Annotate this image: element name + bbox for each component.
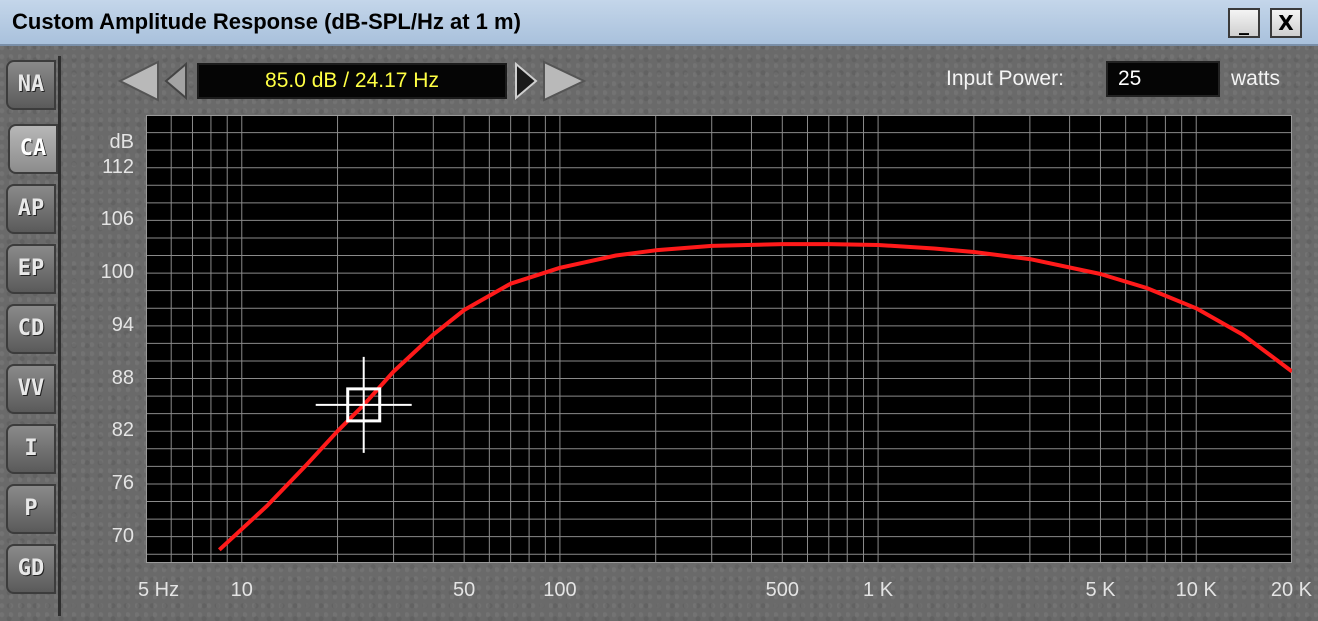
tab-ep[interactable]: EP: [6, 244, 56, 294]
tab-ca[interactable]: CA: [8, 124, 58, 174]
custom-amplitude-window: Custom Amplitude Response (dB-SPL/Hz at …: [0, 0, 1318, 621]
tab-rail: [58, 56, 61, 616]
tab-ap[interactable]: AP: [6, 184, 56, 234]
y-axis-unit-label: dB: [109, 131, 134, 153]
input-power-unit: watts: [1231, 67, 1281, 90]
left-arrow-icon[interactable]: [164, 61, 187, 101]
plot-background: [146, 115, 1292, 563]
fast-left-arrow-icon[interactable]: [118, 60, 159, 102]
tab-vv[interactable]: VV: [6, 364, 56, 414]
x-tick-label: 50: [453, 579, 476, 601]
right-arrow-icon[interactable]: [515, 61, 538, 101]
x-tick-label: 20 K: [1270, 579, 1312, 601]
x-tick-label: 100: [543, 579, 577, 601]
y-tick-label: 112: [102, 155, 134, 178]
amplitude-plot[interactable]: [146, 115, 1292, 563]
x-tick-label: 5 K: [1085, 579, 1116, 601]
cursor-readout: 85.0 dB / 24.17 Hz: [197, 63, 507, 99]
y-tick-label: 82: [111, 419, 134, 442]
input-power-label: Input Power:: [946, 67, 1064, 90]
close-button[interactable]: X: [1270, 8, 1302, 38]
step-left-arrows: [118, 60, 187, 102]
minimize-button[interactable]: _: [1228, 8, 1260, 38]
x-tick-label: 500: [765, 579, 799, 601]
y-tick-label: 100: [100, 261, 134, 284]
title-bar[interactable]: Custom Amplitude Response (dB-SPL/Hz at …: [0, 0, 1318, 46]
tab-gd[interactable]: GD: [6, 544, 56, 594]
fast-right-arrow-icon[interactable]: [543, 60, 587, 102]
tab-p[interactable]: P: [6, 484, 56, 534]
step-right-arrows: [515, 60, 587, 102]
tab-na[interactable]: NA: [6, 60, 56, 110]
y-tick-label: 70: [111, 524, 134, 547]
window-title: Custom Amplitude Response (dB-SPL/Hz at …: [12, 9, 521, 34]
tab-i[interactable]: I: [6, 424, 56, 474]
x-tick-label: 10 K: [1175, 579, 1217, 601]
input-power-field[interactable]: 25: [1106, 61, 1220, 97]
y-tick-label: 76: [111, 471, 134, 494]
x-tick-label: 5 Hz: [138, 579, 180, 601]
y-tick-label: 94: [111, 313, 134, 336]
y-tick-label: 106: [100, 208, 134, 231]
y-tick-label: 88: [111, 366, 134, 389]
x-tick-label: 10: [230, 579, 253, 601]
tab-cd[interactable]: CD: [6, 304, 56, 354]
x-tick-label: 1 K: [863, 579, 894, 601]
